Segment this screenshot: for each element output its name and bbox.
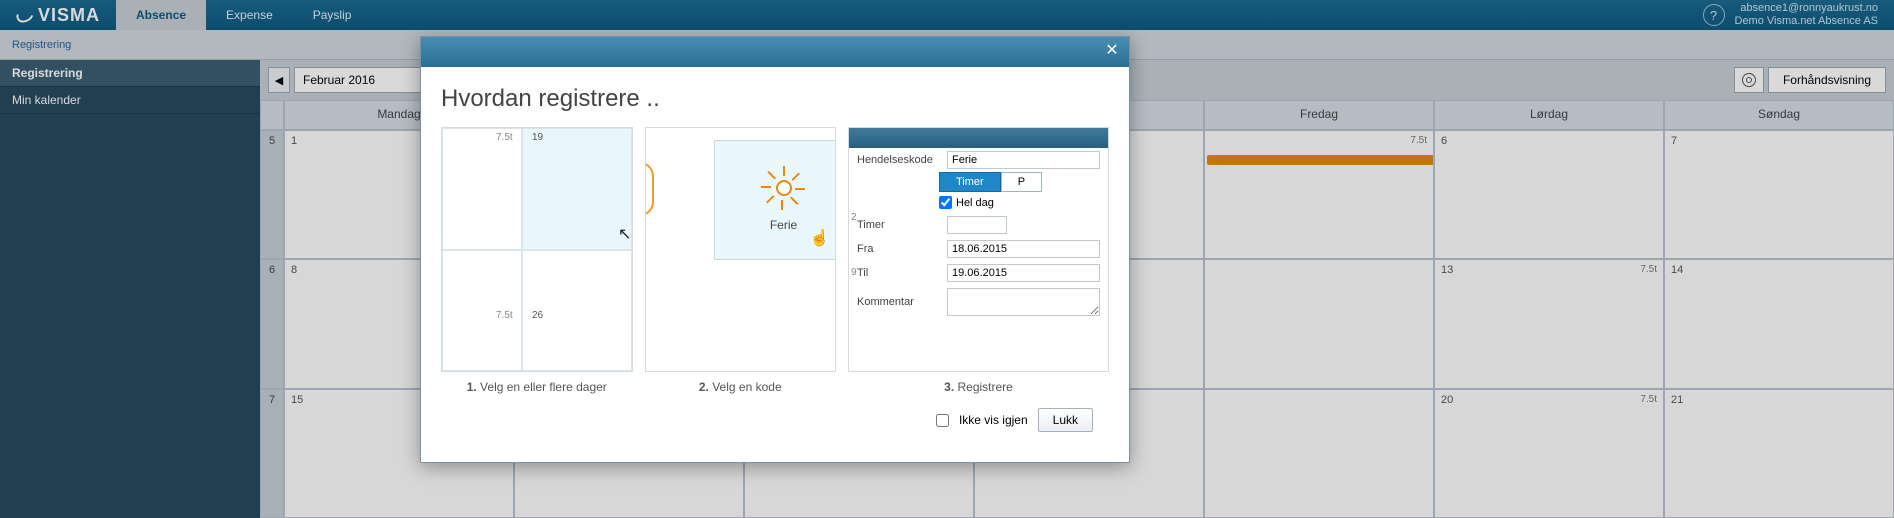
modal-footer: Ikke vis igjen Lukk — [441, 398, 1109, 446]
step-2: Ferie ☝ 2. Velg en kode — [645, 127, 837, 398]
til-input[interactable] — [947, 264, 1100, 282]
dont-show-checkbox[interactable] — [936, 414, 949, 427]
steps-row: 7.5t 19 7.5t 26 ↖ 1. Velg en eller flere… — [441, 127, 1109, 398]
mini-day-26: 26 — [532, 310, 543, 321]
modal-close-button[interactable]: ✕ — [1103, 43, 1121, 61]
hendelseskode-label: Hendelseskode — [857, 154, 939, 166]
sun-icon — [764, 168, 804, 208]
cursor-arrow-icon: ↖ — [618, 224, 631, 244]
dont-show-label: Ikke vis igjen — [959, 413, 1028, 427]
step-3: Hendelseskode Timer P Hel dag Timer Fra … — [848, 127, 1109, 398]
til-label: Til — [857, 267, 939, 279]
mini-hours-1: 7.5t — [496, 132, 513, 143]
modal-title: Hvordan registrere .. — [441, 85, 1109, 113]
mini-calendar — [442, 128, 632, 371]
tab-p[interactable]: P — [1001, 172, 1042, 192]
fra-label: Fra — [857, 243, 939, 255]
kommentar-label: Kommentar — [857, 296, 939, 308]
timer-input[interactable] — [947, 216, 1007, 234]
step1-caption: 1. Velg en eller flere dager — [441, 372, 633, 398]
step3-caption: 3. Registrere — [848, 372, 1109, 398]
heldag-checkbox[interactable] — [939, 196, 952, 209]
unit-tabs: Timer P — [939, 172, 1108, 192]
partial-card-icon — [645, 162, 654, 216]
step2-caption: 2. Velg en kode — [645, 372, 837, 398]
kommentar-input[interactable] — [947, 288, 1100, 316]
step-1: 7.5t 19 7.5t 26 ↖ 1. Velg en eller flere… — [441, 127, 633, 398]
close-button[interactable]: Lukk — [1038, 408, 1093, 432]
fra-input[interactable] — [947, 240, 1100, 258]
mini-form-header — [849, 128, 1108, 148]
cursor-hand-icon: ☝ — [810, 228, 830, 248]
onboarding-modal: ✕ Hvordan registrere .. 7.5t 19 7.5t 26 … — [420, 36, 1130, 463]
heldag-label: Hel dag — [956, 197, 994, 209]
timer-label: Timer — [857, 219, 939, 231]
tab-timer[interactable]: Timer — [939, 172, 1001, 192]
mini-hours-2: 7.5t — [496, 310, 513, 321]
mini-day-19: 19 — [532, 132, 543, 143]
ferie-label: Ferie — [770, 218, 797, 232]
hendelseskode-input[interactable] — [947, 151, 1100, 169]
modal-titlebar: ✕ — [421, 37, 1129, 67]
